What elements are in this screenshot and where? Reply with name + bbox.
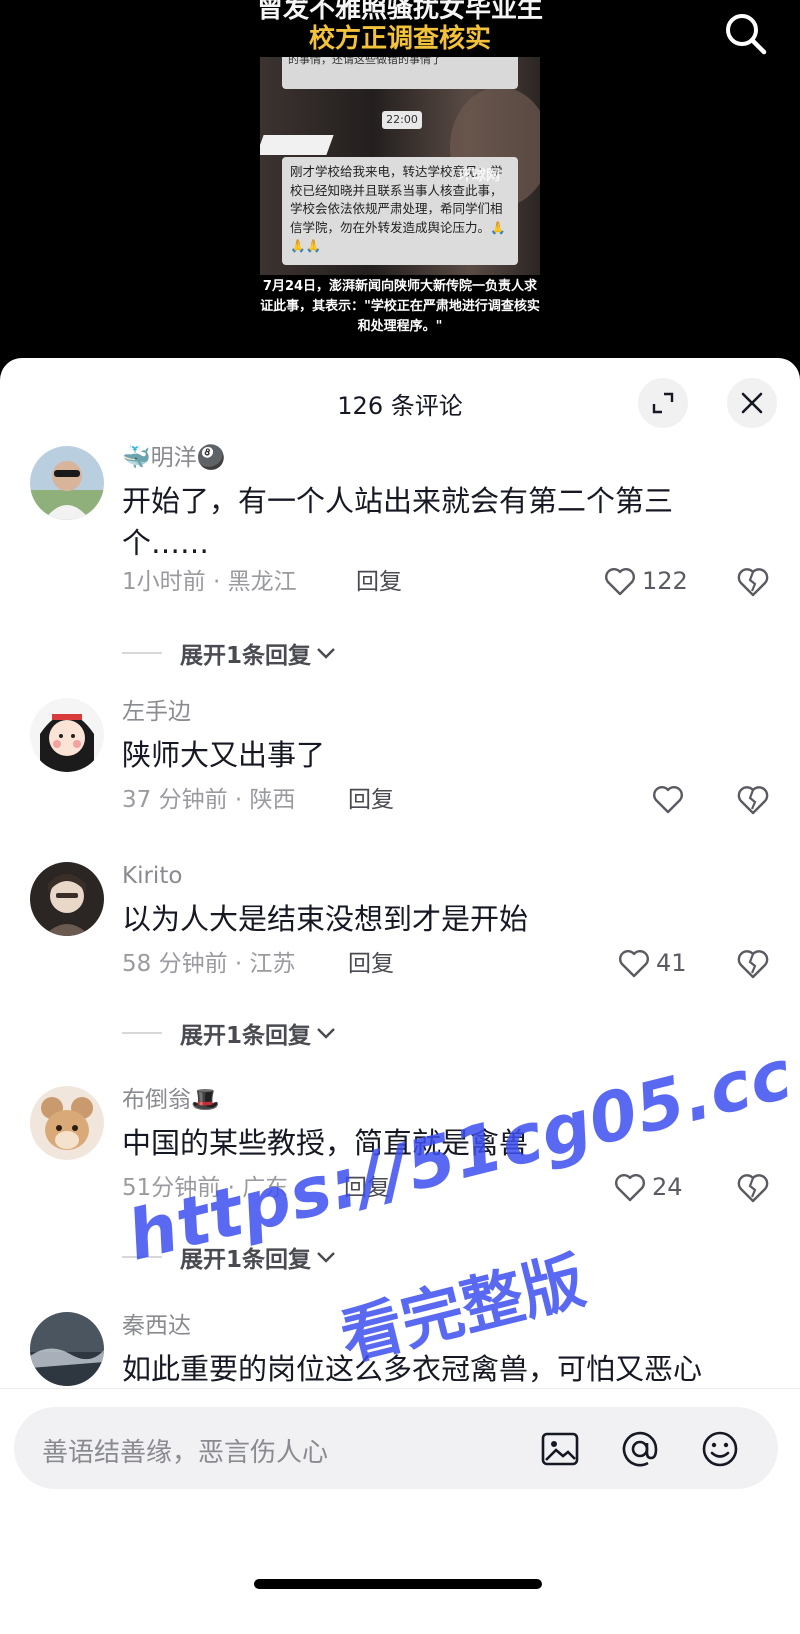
emoji-button[interactable] xyxy=(700,1429,740,1469)
chat-top-bubble: 的事情，还请这些做错的事情了 xyxy=(282,57,518,89)
comment-item: 🐳明洋🎱 开始了，有一个人站出来就会有第二个第三个…… 1小时前 · 黑龙江 回… xyxy=(0,444,800,676)
heart-icon xyxy=(615,1174,645,1202)
comment-text: 以为人大是结束没想到才是开始 xyxy=(122,902,529,936)
broken-heart-icon xyxy=(737,568,769,597)
chevron-down-icon xyxy=(317,648,335,659)
search-button[interactable] xyxy=(718,6,774,62)
comment-meta: 58 分钟前 · 江苏 xyxy=(122,951,296,977)
avatar[interactable] xyxy=(30,698,104,772)
expand-replies-button[interactable]: 展开1条回复 xyxy=(122,1240,337,1274)
comment-input-placeholder: 善语结善缘，恶言伤人心 xyxy=(42,1438,329,1468)
like-count: 41 xyxy=(656,949,687,977)
avatar[interactable] xyxy=(30,1086,104,1160)
like-count: 24 xyxy=(652,1173,683,1201)
avatar[interactable] xyxy=(30,1312,104,1386)
comment-username[interactable]: 左手边 xyxy=(122,698,191,726)
expand-replies-button[interactable]: 展开1条回复 xyxy=(122,636,337,670)
expand-icon xyxy=(652,392,674,414)
comment-item: 左手边 陕师大又出事了 37 分钟前 · 陕西 回复 xyxy=(0,698,800,838)
broken-heart-icon xyxy=(737,950,769,979)
comment-item: 秦西达 如此重要的岗位这么多衣冠禽兽，可怕又恶心 xyxy=(0,1312,800,1392)
reply-button[interactable]: 回复 xyxy=(348,950,394,978)
comment-item: 布倒翁🎩 中国的某些教授，简直就是禽兽 51分钟前 · 广东 回复 24 展开1… xyxy=(0,1086,800,1306)
broken-heart-icon xyxy=(737,1174,769,1203)
dislike-button[interactable] xyxy=(736,565,770,599)
reply-button[interactable]: 回复 xyxy=(356,568,402,596)
comment-username[interactable]: 布倒翁🎩 xyxy=(122,1086,220,1114)
comment-meta: 51分钟前 · 广东 xyxy=(122,1175,289,1201)
at-icon xyxy=(622,1431,658,1467)
expand-replies-label: 展开1条回复 xyxy=(180,643,312,669)
comment-sheet: 126 条评论 🐳明洋🎱 开始了，有一个人站出来就会有第二个第三个…… 1小时前… xyxy=(0,358,800,1634)
emoji-icon xyxy=(702,1431,738,1467)
comment-meta: 37 分钟前 · 陕西 xyxy=(122,787,296,813)
expand-replies-button[interactable]: 展开1条回复 xyxy=(122,1016,337,1050)
expand-replies-label: 展开1条回复 xyxy=(180,1247,312,1273)
mention-button[interactable] xyxy=(620,1429,660,1469)
comment-username[interactable]: Kirito xyxy=(122,862,182,890)
heart-icon xyxy=(605,568,635,596)
avatar[interactable] xyxy=(30,862,104,936)
comment-item: Kirito 以为人大是结束没想到才是开始 58 分钟前 · 江苏 回复 41 … xyxy=(0,862,800,1082)
dislike-button[interactable] xyxy=(736,1171,770,1205)
heart-icon xyxy=(653,786,683,814)
comment-input[interactable]: 善语结善缘，恶言伤人心 xyxy=(14,1407,778,1489)
video-player[interactable]: 曾发不雅照骚扰女毕业生 校方正调查核实 的事情，还请这些做错的事情了 22:00… xyxy=(0,0,800,362)
close-sheet-button[interactable] xyxy=(727,378,777,428)
like-button[interactable]: 24 xyxy=(614,1172,683,1202)
comment-input-bar: 善语结善缘，恶言伤人心 xyxy=(0,1388,800,1634)
like-button[interactable] xyxy=(652,784,684,814)
dislike-button[interactable] xyxy=(736,947,770,981)
news-watermark: 环球网 xyxy=(458,168,500,184)
close-icon xyxy=(741,392,763,414)
video-headline-line2: 校方正调查核实 xyxy=(308,24,491,54)
reply-button[interactable]: 回复 xyxy=(348,786,394,814)
comment-username[interactable]: 🐳明洋🎱 xyxy=(122,444,225,472)
image-icon xyxy=(541,1432,579,1466)
comment-text: 陕师大又出事了 xyxy=(122,738,326,772)
avatar[interactable] xyxy=(30,446,104,520)
chevron-down-icon xyxy=(317,1028,335,1039)
reply-button[interactable]: 回复 xyxy=(344,1174,390,1202)
expand-sheet-button[interactable] xyxy=(638,378,688,428)
comment-meta: 1小时前 · 黑龙江 xyxy=(122,569,297,595)
like-button[interactable]: 122 xyxy=(604,566,688,596)
comment-sheet-header: 126 条评论 xyxy=(0,358,800,446)
video-caption: 7月24日，澎湃新闻向陕师大新传院一负责人求证此事，其表示："学校正在严肃地进行… xyxy=(260,279,540,334)
comment-username[interactable]: 秦西达 xyxy=(122,1312,191,1340)
comment-text: 开始了，有一个人站出来就会有第二个第三个…… xyxy=(122,484,674,560)
chevron-down-icon xyxy=(317,1252,335,1263)
like-count: 122 xyxy=(642,567,688,595)
broken-heart-icon xyxy=(737,786,769,815)
like-button[interactable]: 41 xyxy=(618,948,687,978)
dislike-button[interactable] xyxy=(736,783,770,817)
comment-text: 如此重要的岗位这么多衣冠禽兽，可怕又恶心 xyxy=(122,1352,703,1386)
chat-screenshot-frame: 的事情，还请这些做错的事情了 22:00 刚才学校给我来电，转达学校意见：学校已… xyxy=(260,57,540,275)
search-icon xyxy=(726,14,767,55)
comment-text: 中国的某些教授，简直就是禽兽 xyxy=(122,1126,529,1160)
heart-icon xyxy=(619,950,649,978)
chat-time-label: 22:00 xyxy=(382,111,422,129)
expand-replies-label: 展开1条回复 xyxy=(180,1023,312,1049)
image-button[interactable] xyxy=(540,1429,580,1469)
home-indicator[interactable] xyxy=(254,1579,542,1589)
video-headline-line1: 曾发不雅照骚扰女毕业生 xyxy=(256,0,543,24)
